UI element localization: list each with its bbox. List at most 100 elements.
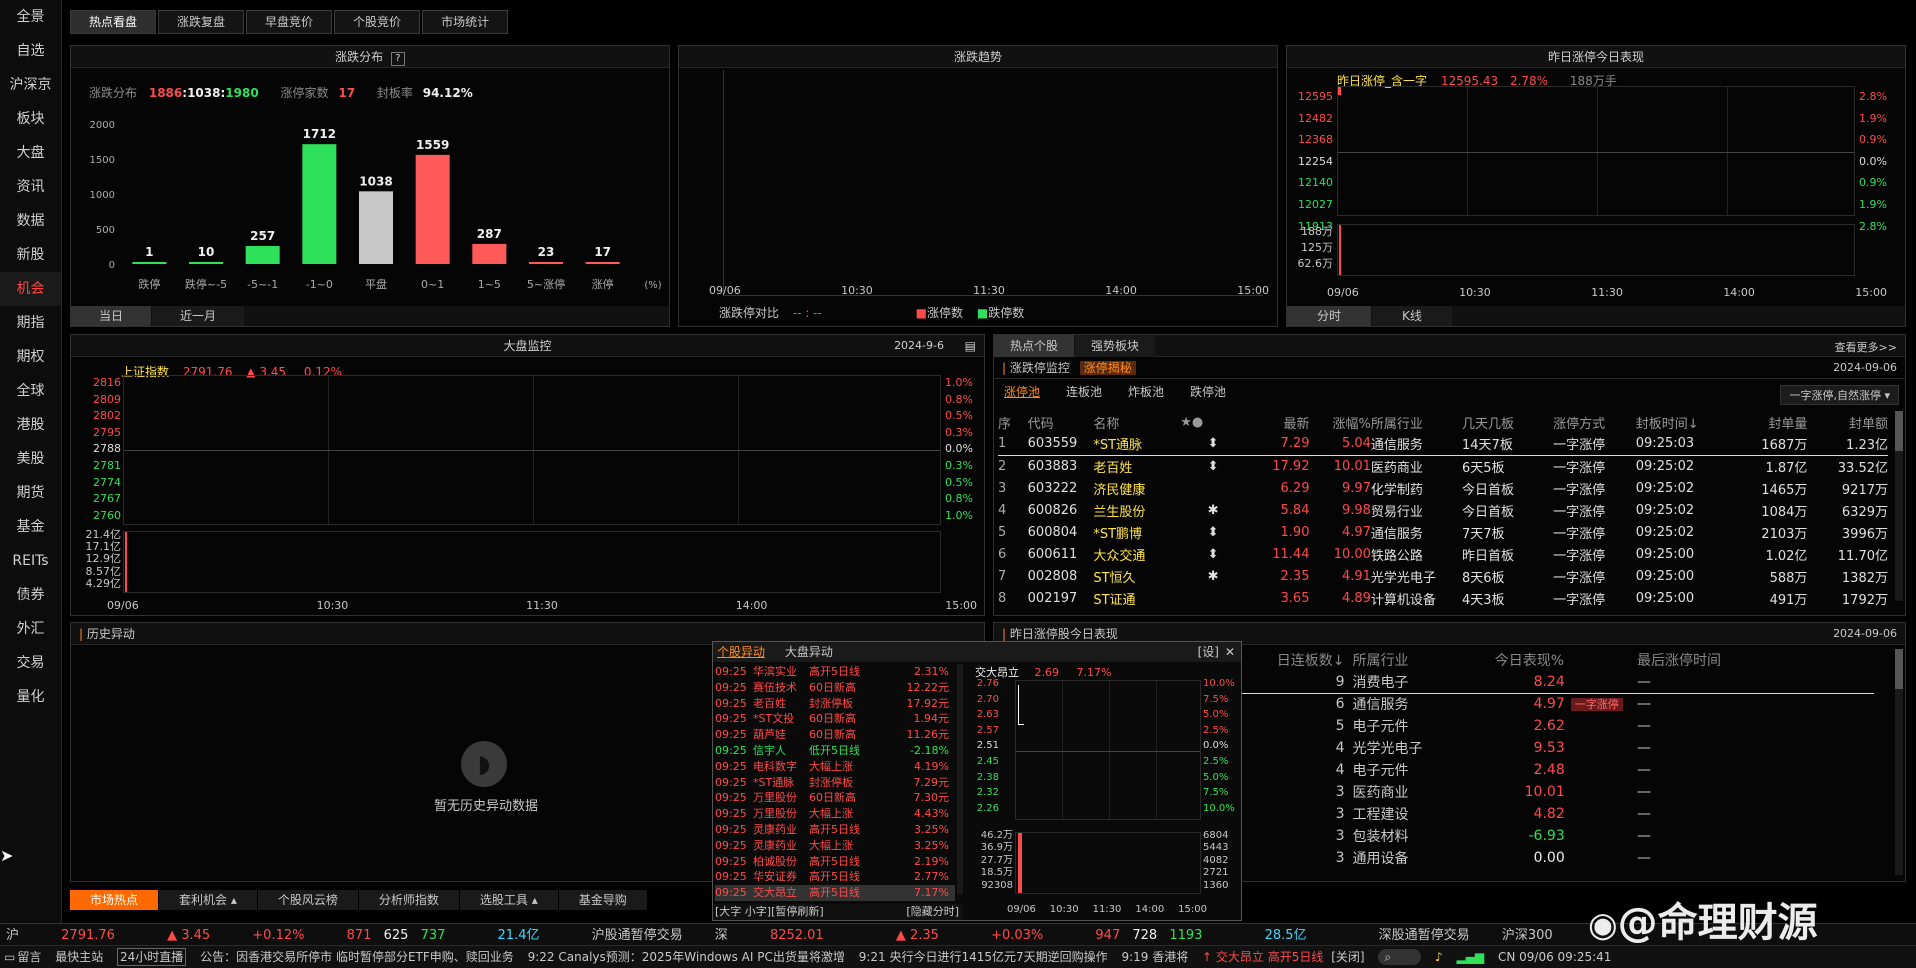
scrollbar[interactable] [1895,411,1903,601]
column-header[interactable]: 封单额 [1807,411,1888,433]
alert-item[interactable]: 09:25 电科数字 大幅上涨 4.19% [715,759,955,775]
tab-market-alert[interactable]: 大盘异动 [785,645,833,659]
column-header[interactable]: 几天几板 [1462,411,1553,433]
sidebar-item[interactable]: REITs [0,544,61,578]
alert-item[interactable]: 09:25 交大昂立 高开5日线 7.17% [715,885,955,901]
tab-strong-sectors[interactable]: 强势板块 [1075,335,1156,357]
alert-item[interactable]: 09:25 *ST文投 60日新高 1.94元 [715,711,955,727]
pool-tab[interactable]: 炸板池 [1128,385,1164,399]
top-tab[interactable]: 涨跌复盘 [158,10,245,34]
bottom-tab[interactable]: 个股风云榜 [257,890,358,910]
table-row[interactable]: 3 通用设备 0.00 — [1234,847,1874,869]
bar[interactable] [585,262,620,264]
table-row[interactable]: 4 光学光电子 9.53 — [1234,737,1874,759]
table-row[interactable]: 2 603883 老百姓 ⬍ 17.92 10.01 医药商业 6天5板 一字涨停 09:25:0… [998,455,1888,477]
tab-stock-alert[interactable]: 个股异动 [717,645,765,659]
search-icon[interactable]: ⌕ [1378,949,1422,965]
column-header[interactable]: 所属行业 [1371,411,1462,433]
alert-item[interactable]: 09:25 信宇人 低开5日线 -2.18% [715,743,955,759]
alert-item[interactable]: 09:25 柏诚股份 高开5日线 2.19% [715,854,955,870]
column-header[interactable]: ★● [1180,411,1246,433]
bar[interactable] [132,262,167,264]
more-link[interactable]: 查看更多>> [1835,339,1897,355]
news-1[interactable]: 9:22 Canalys预测：2025年Windows AI PC出货量将激增 [528,946,845,968]
bottom-tab[interactable]: 市场热点 [70,890,159,910]
top-tab[interactable]: 热点看盘 [70,10,157,34]
alert-item[interactable]: 09:25 老百姓 封涨停板 17.92元 [715,696,955,712]
sidebar-item[interactable]: 期货 [0,476,61,510]
tab-minute[interactable]: 分时 [1287,306,1372,326]
table-row[interactable]: 5 电子元件 2.62 — [1234,715,1874,737]
hide-chart-button[interactable]: [隐藏分时] [906,904,959,920]
sidebar-item[interactable]: 美股 [0,442,61,476]
column-header[interactable]: 代码 [1028,411,1094,433]
top-tab[interactable]: 市场统计 [422,10,509,34]
alert-ticker[interactable]: ↑ 交大昂立 高开5日线 [1202,946,1323,968]
bar[interactable] [245,246,280,264]
column-header[interactable]: 封板时间↓ [1636,411,1727,433]
alert-item[interactable]: 09:25 *ST通脉 封涨停板 7.29元 [715,775,955,791]
bottom-tab[interactable]: 基金导购 [558,890,647,910]
top-tab[interactable]: 个股竞价 [334,10,421,34]
chat-icon[interactable]: ▭ [4,946,15,968]
table-row[interactable]: 3 工程建设 4.82 — [1234,803,1874,825]
bar[interactable] [302,144,337,264]
table-row[interactable]: 4 600826 兰生股份 ✱ 5.84 9.98 贸易行业 今日首板 一字涨停 09:25:02… [998,499,1888,521]
alert-item[interactable]: 09:25 华安证券 高开5日线 2.77% [715,869,955,885]
alert-item[interactable]: 09:25 赛伍技术 60日新高 12.22元 [715,680,955,696]
live-button[interactable]: 24小时直播 [117,948,187,966]
sidebar-item[interactable]: 资讯 [0,170,61,204]
bottom-tab[interactable]: 选股工具 ▴ [459,890,558,910]
sidebar-item[interactable]: 大盘 [0,136,61,170]
scrollbar[interactable] [1895,649,1903,875]
column-header[interactable]: 涨幅% [1309,411,1371,433]
table-row[interactable]: 7 002808 ST恒久 ✱ 2.35 4.91 光学光电子 8天6板 一字涨停 09:25:0… [998,565,1888,587]
alert-item[interactable]: 09:25 葫芦娃 60日新高 11.26元 [715,727,955,743]
sidebar-item[interactable]: 全球 [0,374,61,408]
bar[interactable] [472,243,507,264]
column-header[interactable]: 所属行业 [1353,649,1495,671]
column-header[interactable]: 涨停方式 [1553,411,1636,433]
filter-select[interactable]: 一字涨停,自然涨停 ▾ [1780,385,1899,405]
settings-button[interactable]: [设] [1198,642,1219,662]
sidebar-item[interactable]: 自选 [0,34,61,68]
top-tab[interactable]: 早盘竞价 [246,10,333,34]
bottom-tab[interactable]: 套利机会 ▴ [159,890,257,910]
alert-item[interactable]: 09:25 华滨实业 高开5日线 2.31% [715,664,955,680]
column-header[interactable]: 最后涨停时间 [1637,649,1874,671]
column-header[interactable]: 序 [998,411,1028,433]
table-row[interactable]: 3 包装材料 -6.93 — [1234,825,1874,847]
table-row[interactable]: 3 医药商业 10.01 — [1234,781,1874,803]
bar[interactable] [189,262,223,264]
column-header[interactable]: 最新 [1246,411,1309,433]
pool-tab[interactable]: 涨停池 [1004,385,1040,399]
close-alert-button[interactable]: [关闭] [1331,946,1364,968]
sidebar-item[interactable]: 数据 [0,204,61,238]
column-header[interactable]: 日连板数↓ [1234,649,1353,671]
news-3[interactable]: 9:19 香港将 [1121,946,1188,968]
calendar-icon[interactable]: ▤ [965,335,976,357]
limit-reveal-tag[interactable]: 涨停揭秘 [1079,361,1136,375]
table-row[interactable]: 9 消费电子 8.24 — [1234,671,1874,693]
alert-item[interactable]: 09:25 万里股份 60日新高 7.30元 [715,790,955,806]
tab-today[interactable]: 当日 [71,306,152,326]
close-icon[interactable]: ✕ [1225,642,1235,662]
sidebar-item[interactable]: 新股 [0,238,61,272]
sidebar-item[interactable]: 债券 [0,578,61,612]
sidebar-item[interactable]: 沪深京 [0,68,61,102]
sidebar-item[interactable]: 外汇 [0,612,61,646]
table-row[interactable]: 3 603222 济民健康 6.29 9.97 化学制药 今日首板 一字涨停 09:25:02 1… [998,477,1888,499]
pool-tab[interactable]: 跌停池 [1190,385,1226,399]
column-header[interactable]: 今日表现% [1495,649,1637,671]
sidebar-item[interactable]: 机会 [0,272,61,306]
table-row[interactable]: 6 600611 大众交通 ⬍ 11.44 10.00 铁路公路 昨日首板 一字涨停 09:25:… [998,543,1888,565]
tab-kline[interactable]: K线 [1372,306,1452,326]
sidebar-item[interactable]: 期指 [0,306,61,340]
sidebar-item[interactable]: 量化 [0,680,61,714]
sidebar-item[interactable]: 交易 [0,646,61,680]
table-row[interactable]: 4 电子元件 2.48 — [1234,759,1874,781]
news-2[interactable]: 9:21 央行今日进行1415亿元7天期逆回购操作 [859,946,1108,968]
alert-item[interactable]: 09:25 万里股份 大幅上涨 4.43% [715,806,955,822]
bottom-tab[interactable]: 分析师指数 [358,890,459,910]
font-toggle[interactable]: [大字 小字][暂停刷新] [715,905,824,918]
